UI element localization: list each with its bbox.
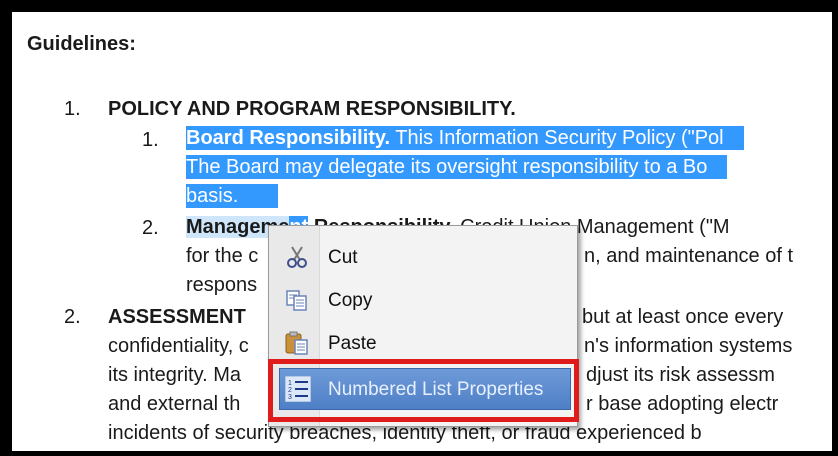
frame-edge xyxy=(0,451,838,456)
screenshot-frame xyxy=(0,0,838,456)
frame-edge xyxy=(832,0,838,456)
